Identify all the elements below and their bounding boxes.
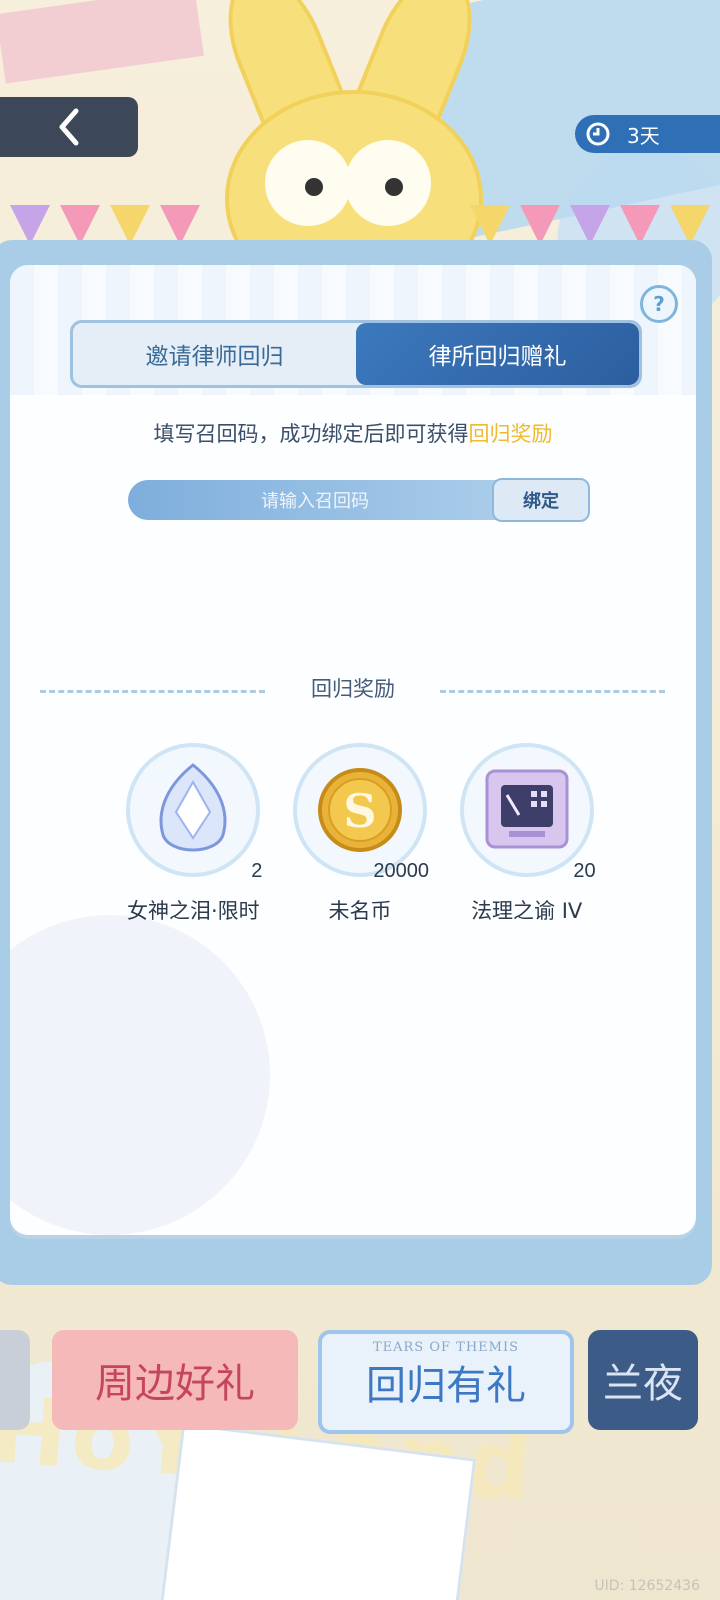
svg-text:S: S bbox=[343, 784, 376, 838]
tab-firm-return-gift[interactable]: 律所回归赠礼 bbox=[356, 323, 639, 385]
event-card-lan-ye[interactable]: 兰夜 bbox=[588, 1330, 698, 1430]
recall-code-input[interactable] bbox=[128, 480, 502, 522]
reward-item[interactable]: S 20000 未名币 bbox=[277, 743, 444, 925]
instruction-text: 填写召回码，成功绑定后即可获得回归奖励 bbox=[153, 422, 553, 446]
divider-right bbox=[440, 690, 665, 693]
background-pink-paper bbox=[0, 0, 204, 84]
event-card-title: 回归有礼 bbox=[366, 1363, 526, 1409]
chip-card-icon bbox=[485, 769, 569, 849]
crystal-tear-icon bbox=[159, 763, 227, 852]
reward-item[interactable]: 20 法理之谕 IV bbox=[443, 743, 610, 925]
reward-name: 未名币 bbox=[328, 899, 392, 923]
tab-invite-lawyer-return[interactable]: 邀请律师回归 bbox=[73, 323, 356, 385]
reward-name: 法理之谕 IV bbox=[471, 899, 583, 923]
bind-button[interactable]: 绑定 bbox=[492, 478, 590, 522]
event-carousel: 周边好礼 TEARS OF THEMIS 回归有礼 兰夜 bbox=[0, 1330, 720, 1440]
gold-coin-icon: S bbox=[318, 768, 402, 852]
event-card-subtitle: TEARS OF THEMIS bbox=[372, 1340, 520, 1355]
chevron-left-icon bbox=[59, 108, 79, 146]
event-card-merch-gift[interactable]: 周边好礼 bbox=[52, 1330, 298, 1430]
tab-bar: 邀请律师回归 律所回归赠礼 bbox=[70, 320, 642, 388]
reward-quantity: 20 bbox=[573, 860, 596, 882]
reward-quantity: 2 bbox=[251, 860, 263, 882]
event-card-prev[interactable] bbox=[0, 1330, 30, 1430]
reward-item[interactable]: 2 女神之泪·限时 bbox=[110, 743, 277, 925]
event-card-return-gift[interactable]: TEARS OF THEMIS 回归有礼 bbox=[318, 1330, 574, 1434]
rewards-list: 2 女神之泪·限时 S 20000 未名币 20 法理之谕 IV bbox=[110, 743, 610, 925]
clock-icon bbox=[586, 122, 610, 146]
back-button[interactable] bbox=[0, 97, 138, 157]
event-card-title: 周边好礼 bbox=[95, 1361, 255, 1407]
reward-quantity: 20000 bbox=[373, 860, 429, 882]
recall-code-row: 绑定 bbox=[128, 478, 590, 522]
uid-label: UID: 12652436 bbox=[594, 1578, 700, 1594]
timer-label: 3天 bbox=[627, 123, 660, 148]
instruction-highlight: 回归奖励 bbox=[468, 422, 553, 446]
return-gift-panel: ? 邀请律师回归 律所回归赠礼 填写召回码，成功绑定后即可获得回归奖励 绑定 回… bbox=[10, 265, 696, 1235]
event-timer-badge: 3天 bbox=[575, 115, 720, 153]
panel-watermark bbox=[10, 915, 270, 1235]
event-card-title: 兰夜 bbox=[603, 1361, 683, 1407]
rewards-section-title: 回归奖励 bbox=[311, 677, 395, 701]
help-button[interactable]: ? bbox=[640, 285, 678, 323]
reward-name: 女神之泪·限时 bbox=[126, 899, 260, 923]
help-icon: ? bbox=[653, 292, 665, 316]
